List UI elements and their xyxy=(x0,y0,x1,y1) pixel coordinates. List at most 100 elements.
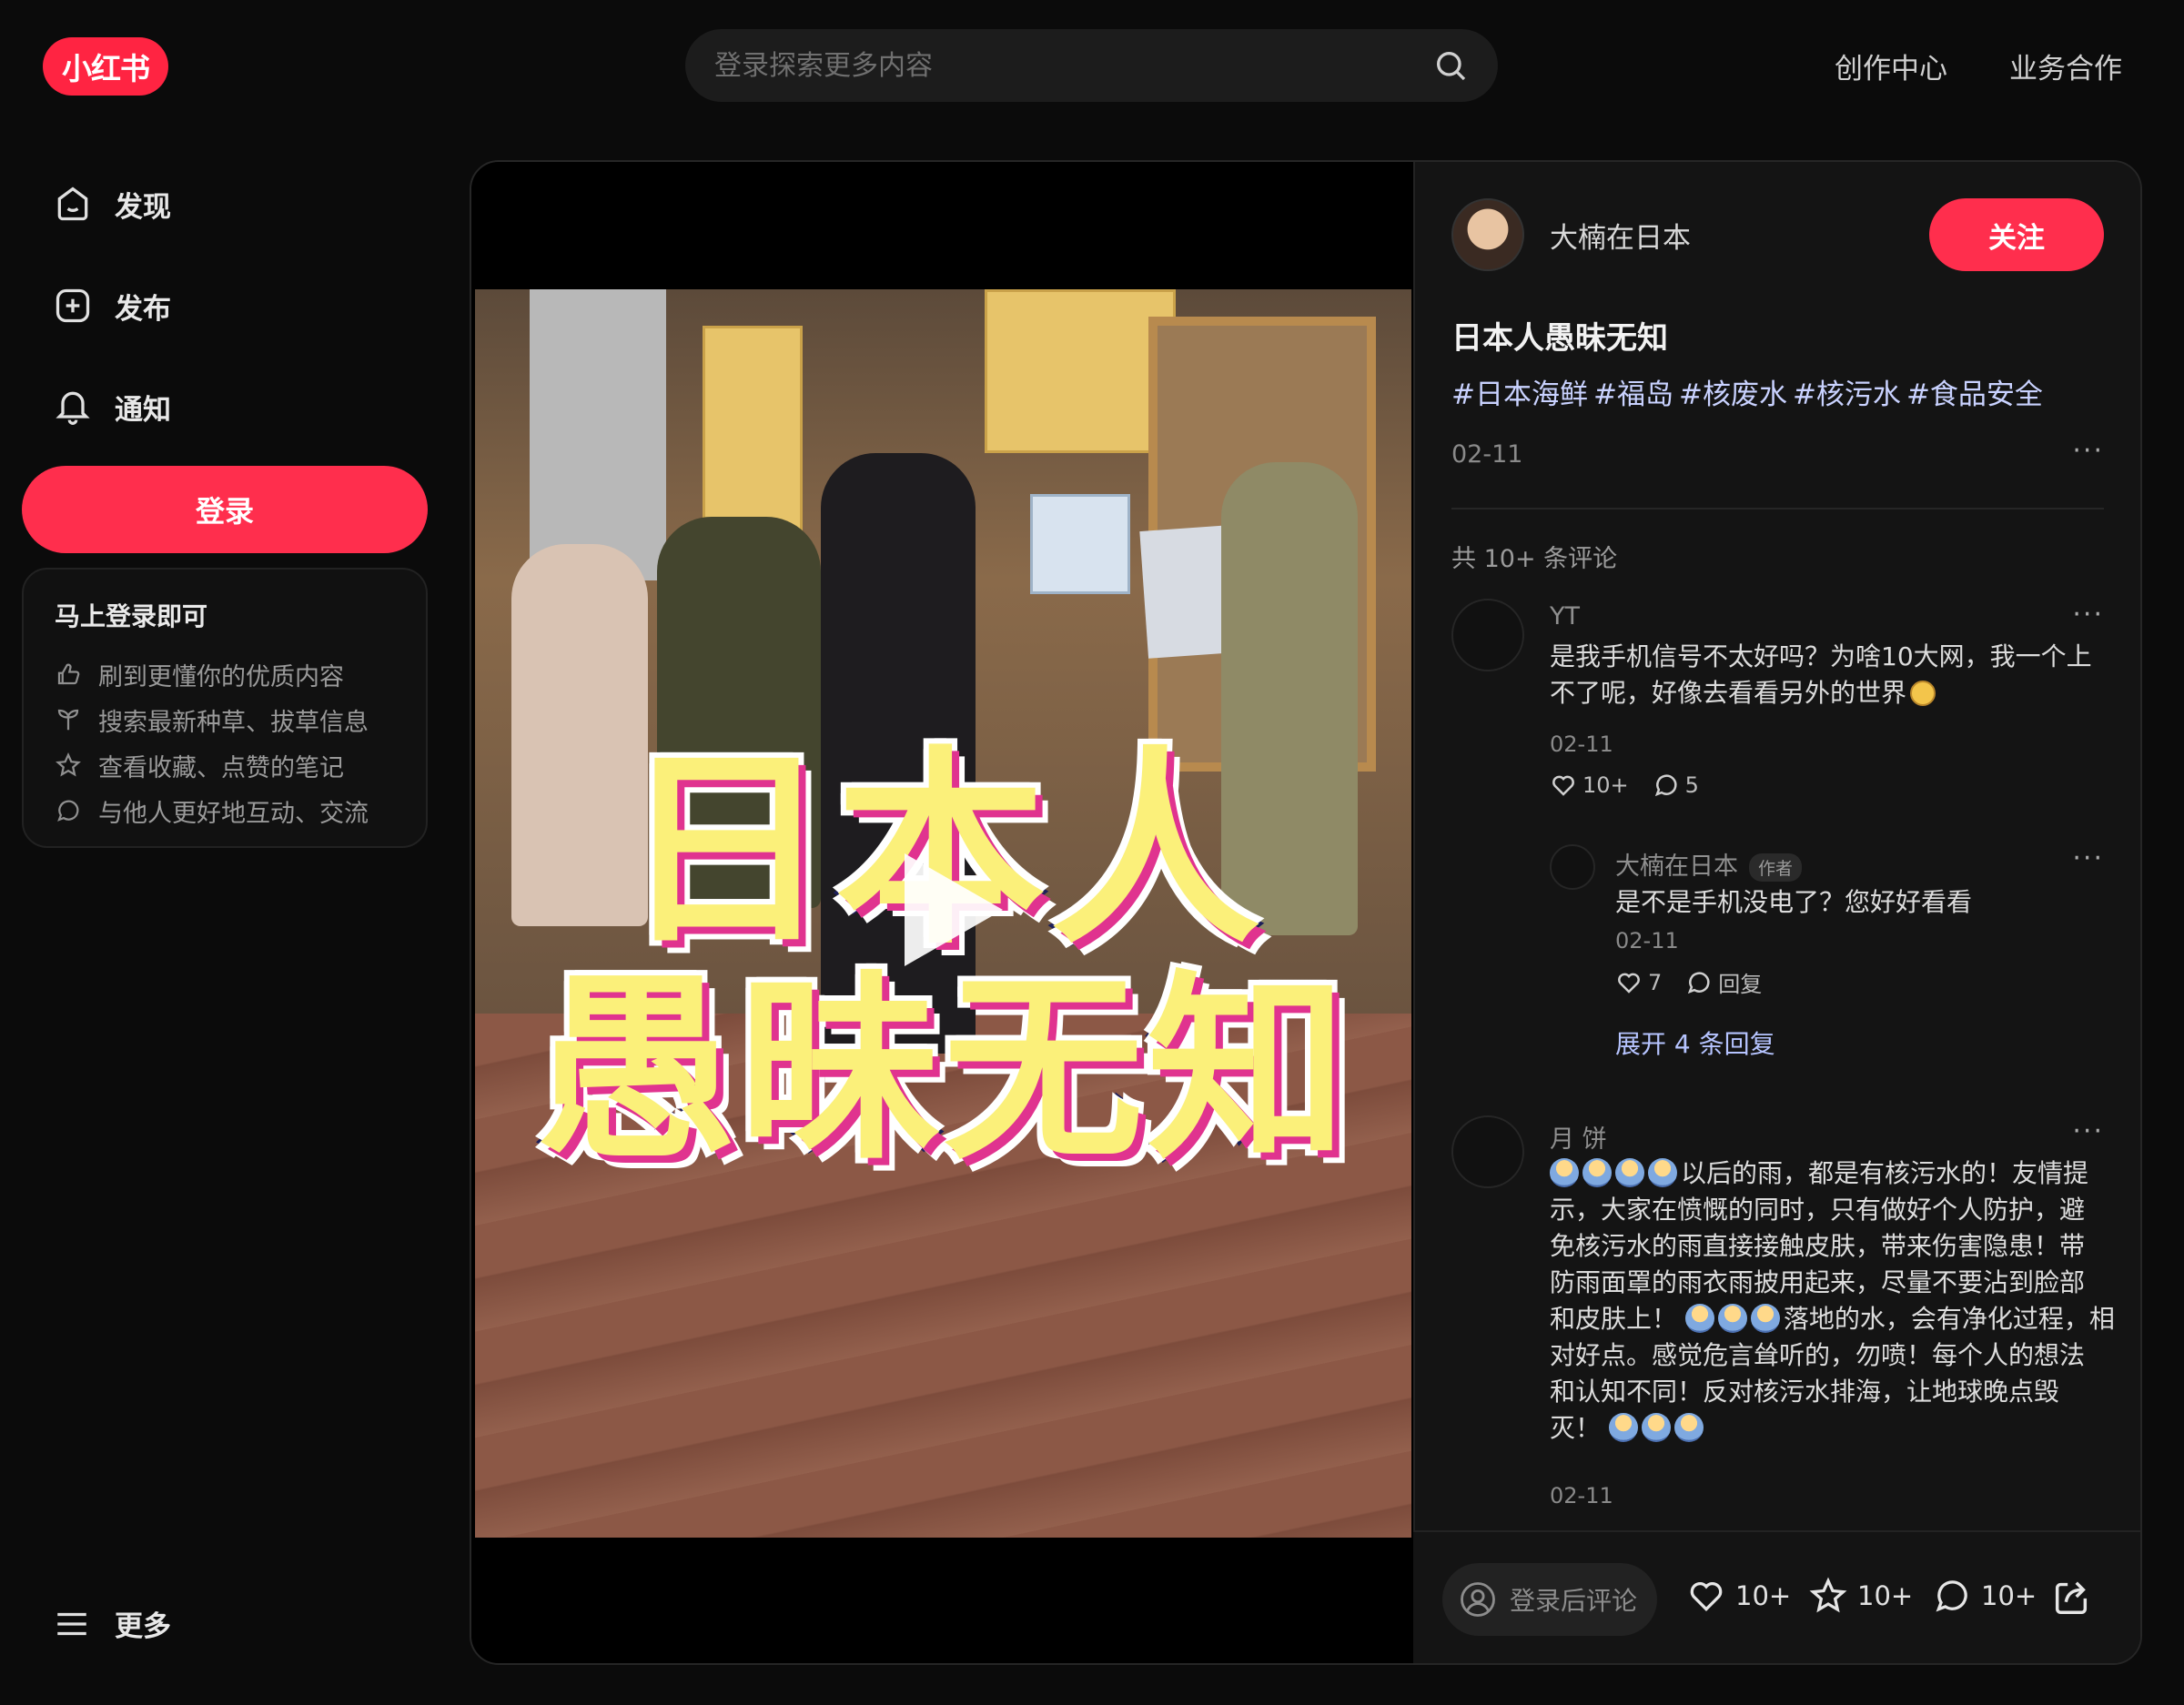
like-count: 10+ xyxy=(1735,1580,1792,1611)
emoji-icon xyxy=(1550,1158,1579,1187)
reply-reply-label: 回复 xyxy=(1718,972,1763,997)
hashtag-link[interactable]: #福岛 xyxy=(1593,378,1673,411)
comment-count: 共 10+ 条评论 xyxy=(1451,545,1618,573)
comment-reply-button[interactable]: 5 xyxy=(1653,772,1699,799)
comment-text: 是我手机信号不太好吗？为啥10大网，我一个上 不了呢，好像去看看另外的世界 xyxy=(1550,639,2092,711)
comment-text-line: 和认知不同！反对核污水排海，让地球晚点毁 xyxy=(1550,1377,2060,1407)
sidebar-more-button[interactable]: 更多 xyxy=(53,1603,171,1644)
comment-more-icon[interactable]: ··· xyxy=(2072,1115,2104,1147)
search-icon[interactable] xyxy=(1432,47,1469,84)
comment-actions: 10+ 5 xyxy=(1550,772,1723,799)
author-name[interactable]: 大楠在日本 xyxy=(1550,215,1691,256)
emoji-icon xyxy=(1750,1304,1780,1333)
comment-date: 02-11 xyxy=(1550,731,1613,757)
note-more-icon[interactable]: ··· xyxy=(2072,435,2104,467)
sidebar-item-publish[interactable]: 发布 xyxy=(22,264,428,348)
menu-icon xyxy=(57,1612,86,1635)
login-card-title: 马上登录即可 xyxy=(55,601,208,631)
emoji-icon xyxy=(1673,1413,1704,1442)
reply-actions: 7 回复 xyxy=(1615,966,1785,998)
video-scene-poster xyxy=(985,289,1176,453)
sidebar-item-notifications[interactable]: 通知 xyxy=(22,365,428,449)
emoji-icon xyxy=(1684,1304,1714,1333)
emoji-icon xyxy=(1582,1158,1612,1187)
comment-text-line: 示，大家在愤慨的同时，只有做好个人防护，避 xyxy=(1550,1195,2086,1225)
author-avatar[interactable] xyxy=(1451,198,1524,271)
user-avatar-icon xyxy=(1461,1582,1495,1617)
login-benefit-item: 刷到更懂你的优质内容 xyxy=(55,651,395,697)
chat-bubble-icon xyxy=(1654,774,1677,797)
xiaohongshu-logo[interactable]: 小红书 xyxy=(43,37,168,96)
bell-icon xyxy=(56,391,90,425)
home-icon xyxy=(57,187,88,221)
comment-text-line: 免核污水的雨直接接触皮肤，带来伤害隐患！带 xyxy=(1550,1231,2086,1261)
star-icon xyxy=(56,752,81,777)
comment-text-line: 和皮肤上！ xyxy=(1550,1304,1678,1334)
reply-avatar[interactable] xyxy=(1550,844,1595,890)
comment-text-line: 以后的雨，都是有核污水的！友情提 xyxy=(1681,1158,2089,1188)
comment-text-line: 防雨面罩的雨衣雨披用起来，尽量不要沾到脸部 xyxy=(1550,1267,2086,1297)
divider xyxy=(1451,508,2104,509)
hashtag-link[interactable]: #日本海鲜 xyxy=(1451,378,1588,411)
heart-icon xyxy=(1552,775,1574,796)
hashtag-link[interactable]: #核污水 xyxy=(1793,378,1901,411)
comment-item: 月 饼 ··· 以后的雨，都是有核污水的！友情提 示，大家在愤慨的同时，只有做好… xyxy=(1415,1115,2140,1508)
expand-replies-link[interactable]: 展开 4 条回复 xyxy=(1615,1024,1775,1061)
engagement-bar: 登录后评论 10+ 10+ 10+ xyxy=(1413,1530,2140,1663)
chat-bubble-icon xyxy=(57,800,79,822)
collect-count: 10+ xyxy=(1857,1580,1914,1611)
comment-text-line: 落地的水，会有净化过程，相 xyxy=(1783,1304,2115,1334)
comment-more-icon[interactable]: ··· xyxy=(2072,599,2104,631)
share-icon[interactable] xyxy=(2050,1576,2092,1618)
hashtag-link[interactable]: #核废水 xyxy=(1679,378,1787,411)
login-benefit-item: 查看收藏、点赞的笔记 xyxy=(55,742,395,788)
sprout-icon xyxy=(57,709,79,731)
reply-like-button[interactable]: 7 xyxy=(1615,969,1662,996)
comment-input-placeholder: 登录后评论 xyxy=(1510,1586,1638,1616)
business-cooperation-link[interactable]: 业务合作 xyxy=(2009,45,2122,86)
sidebar-item-discover[interactable]: 发现 xyxy=(22,162,428,246)
note-info-panel: 大楠在日本 关注 日本人愚昧无知 #日本海鲜 #福岛 #核废水 #核污水 #食品安全 0… xyxy=(1413,162,2140,1663)
comment-reply-count: 5 xyxy=(1684,772,1699,798)
login-button[interactable]: 登录 xyxy=(22,466,428,553)
emoji-icon xyxy=(1608,1413,1638,1442)
note-detail-modal: 日本人 愚昧无知 大楠在日本 关注 日本人愚昧无知 #日本海鲜 #福岛 #核废水 #核… xyxy=(470,160,2142,1665)
comment-username[interactable]: YT xyxy=(1550,602,1580,631)
reply-date: 02-11 xyxy=(1615,928,1679,953)
reply-text: 是不是手机没电了？您好好看看 xyxy=(1615,887,1973,917)
note-date: 02-11 xyxy=(1451,440,1523,469)
comment-button[interactable]: 10+ xyxy=(1932,1576,2037,1616)
reply-more-icon[interactable]: ··· xyxy=(2072,842,2104,874)
follow-button[interactable]: 关注 xyxy=(1929,198,2104,271)
search-bar xyxy=(685,29,1498,102)
author-row: 大楠在日本 关注 xyxy=(1415,198,2140,271)
comment-count-badge: 10+ xyxy=(1981,1580,2037,1611)
star-icon xyxy=(1809,1577,1847,1613)
author-badge: 作者 xyxy=(1749,853,1803,882)
comment-avatar[interactable] xyxy=(1451,1115,1524,1188)
note-title: 日本人愚昧无知 xyxy=(1451,320,1668,357)
search-input[interactable] xyxy=(714,29,1432,102)
video-player[interactable]: 日本人 愚昧无知 xyxy=(471,162,1413,1663)
collect-button[interactable]: 10+ xyxy=(1808,1576,1913,1616)
play-icon[interactable] xyxy=(905,853,1003,966)
comment-username[interactable]: 月 饼 xyxy=(1550,1119,1607,1155)
comment-like-button[interactable]: 10+ xyxy=(1550,772,1629,799)
emoji-icon xyxy=(1648,1158,1677,1187)
login-benefit-text: 查看收藏、点赞的笔记 xyxy=(98,753,344,782)
comment-item: YT ··· 是我手机信号不太好吗？为啥10大网，我一个上 不了呢，好像去看看另… xyxy=(1415,599,2140,1108)
like-button[interactable]: 10+ xyxy=(1686,1576,1791,1616)
comment-text-line: 是我手机信号不太好吗？为啥10大网，我一个上 xyxy=(1550,641,2092,671)
chat-bubble-icon xyxy=(1936,1580,1967,1612)
comment-date: 02-11 xyxy=(1550,1483,1613,1508)
reply-username[interactable]: 大楠在日本 作者 xyxy=(1615,846,1803,882)
comment-input[interactable]: 登录后评论 xyxy=(1442,1563,1657,1636)
reply-reply-button[interactable]: 回复 xyxy=(1685,966,1762,998)
comment-avatar[interactable] xyxy=(1451,599,1524,671)
creator-center-link[interactable]: 创作中心 xyxy=(1835,45,1947,86)
emoji-icon xyxy=(1717,1304,1747,1333)
login-benefits-card: 马上登录即可 刷到更懂你的优质内容 搜索最新种草、拔草信息 查看收藏、点赞的笔记… xyxy=(22,568,428,848)
hashtag-link[interactable]: #食品安全 xyxy=(1906,378,2043,411)
sidebar-more-label: 更多 xyxy=(115,1610,171,1643)
heart-icon xyxy=(1618,973,1640,994)
